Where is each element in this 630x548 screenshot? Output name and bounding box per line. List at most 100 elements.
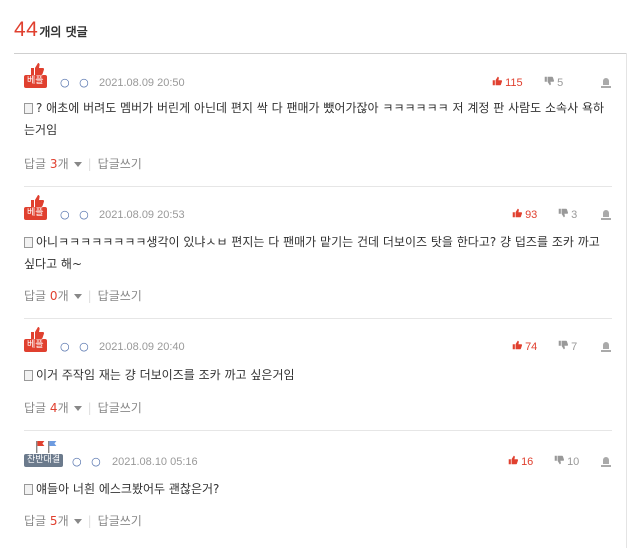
upvote-button[interactable]: 74 <box>512 340 537 353</box>
write-reply-button[interactable]: 답글쓰기 <box>98 514 142 528</box>
upvote-count: 74 <box>525 341 538 353</box>
comment-text-block: 얘들아 너흰 에스크봤어두 괜찮은거? <box>24 478 612 500</box>
document-icon <box>24 103 33 114</box>
reply-label: 답글 <box>24 514 47 528</box>
write-reply-button[interactable]: 답글쓰기 <box>98 157 142 171</box>
reply-unit: 개 <box>57 514 69 528</box>
comment-text: 이거 주작임 재는 걍 더보이즈를 조카 까고 싶은거임 <box>36 368 295 382</box>
reply-count: 0 <box>49 289 58 303</box>
comment-date: 2021.08.09 20:50 <box>99 77 185 89</box>
comment-item: 찬반대결 ○ ○ 2021.08.10 05:16 16 10 얘들아 너흰 에… <box>24 440 612 540</box>
upvote-button[interactable]: 115 <box>492 76 523 89</box>
siren-icon[interactable] <box>600 76 612 88</box>
comments-header: 44개의 댓글 <box>14 18 88 52</box>
chevron-down-icon <box>73 294 82 299</box>
document-icon <box>24 484 33 495</box>
thumbs-up-icon <box>512 340 522 350</box>
comment-divider <box>24 430 612 431</box>
comment-divider <box>24 318 612 319</box>
reply-toggle-button[interactable]: 답글 3개 <box>24 157 82 171</box>
badge-label: 베플 <box>24 75 47 88</box>
comment-text-block: 이거 주작임 재는 걍 더보이즈를 조카 까고 싶은거임 <box>24 364 612 386</box>
reply-label: 답글 <box>24 289 47 303</box>
badge-label: 베플 <box>24 339 47 352</box>
reply-toggle-button[interactable]: 답글 0개 <box>24 289 82 303</box>
upvote-button[interactable]: 16 <box>508 455 533 468</box>
thumbs-up-icon <box>492 76 502 86</box>
thumbs-up-icon <box>31 63 44 75</box>
comment-text: ? 애초에 버려도 멤버가 버린게 아닌데 편지 싹 다 팬매가 뺐어가잖아 ㅋ… <box>24 101 605 137</box>
chevron-down-icon <box>73 406 82 411</box>
thumbs-down-icon <box>554 455 564 465</box>
vote-area: 74 7 <box>512 340 612 354</box>
versus-badge: 찬반대결 <box>24 440 64 470</box>
comment-item: 베플 ○ ○ 2021.08.09 20:53 93 3 아니ㅋㅋㅋㅋㅋㅋㅋㅋ생… <box>24 195 612 315</box>
chevron-down-icon <box>73 162 82 167</box>
write-reply-button[interactable]: 답글쓰기 <box>98 289 142 303</box>
comment-actions: 답글 0개 | 답글쓰기 <box>24 287 142 304</box>
comment-item: 베플 ○ ○ 2021.08.09 20:50 115 5 ? 애초에 버려도 … <box>24 63 612 183</box>
reply-count: 5 <box>49 514 58 528</box>
vote-area: 16 10 <box>508 455 612 469</box>
badge-label: 찬반대결 <box>24 454 64 467</box>
author-name[interactable]: ○ ○ <box>60 208 92 221</box>
separator: | <box>87 514 92 528</box>
comment-item: 베플 ○ ○ 2021.08.09 20:40 74 7 이거 주작임 재는 걍… <box>24 327 612 427</box>
chevron-down-icon <box>73 519 82 524</box>
reply-unit: 개 <box>57 289 69 303</box>
reply-unit: 개 <box>57 157 69 171</box>
comment-actions: 답글 4개 | 답글쓰기 <box>24 399 142 416</box>
downvote-count: 5 <box>557 77 564 89</box>
flags-icon <box>36 441 57 453</box>
siren-icon[interactable] <box>600 340 612 352</box>
thumbs-down-icon <box>558 340 568 350</box>
downvote-button[interactable]: 5 <box>544 76 563 89</box>
comment-text: 아니ㅋㅋㅋㅋㅋㅋㅋㅋ생각이 있냐ㅅㅂ 편지는 다 팬매가 맡기는 건데 더보이즈… <box>24 235 600 271</box>
downvote-count: 7 <box>571 341 578 353</box>
thumbs-down-icon <box>558 208 568 218</box>
author-name[interactable]: ○ ○ <box>60 76 92 89</box>
comment-actions: 답글 3개 | 답글쓰기 <box>24 155 142 172</box>
comment-text: 얘들아 너흰 에스크봤어두 괜찮은거? <box>36 482 220 496</box>
best-badge: 베플 <box>24 195 54 225</box>
thumbs-up-icon <box>31 195 44 207</box>
separator: | <box>87 289 92 303</box>
right-border <box>626 53 627 548</box>
reply-unit: 개 <box>57 401 69 415</box>
best-badge: 베플 <box>24 327 54 357</box>
siren-icon[interactable] <box>600 455 612 467</box>
downvote-button[interactable]: 10 <box>554 455 579 468</box>
thumbs-up-icon <box>508 455 518 465</box>
header-divider <box>14 53 627 54</box>
thumbs-up-icon <box>31 327 44 339</box>
siren-icon[interactable] <box>600 208 612 220</box>
document-icon <box>24 370 33 381</box>
comment-date: 2021.08.09 20:40 <box>99 341 185 353</box>
author-name[interactable]: ○ ○ <box>60 340 92 353</box>
reply-toggle-button[interactable]: 답글 4개 <box>24 401 82 415</box>
separator: | <box>87 157 92 171</box>
comment-actions: 답글 5개 | 답글쓰기 <box>24 512 142 529</box>
comment-text-block: 아니ㅋㅋㅋㅋㅋㅋㅋㅋ생각이 있냐ㅅㅂ 편지는 다 팬매가 맡기는 건데 더보이즈… <box>24 231 612 275</box>
write-reply-button[interactable]: 답글쓰기 <box>98 401 142 415</box>
comment-date: 2021.08.10 05:16 <box>112 456 198 468</box>
comment-count: 44 <box>14 18 39 41</box>
comment-date: 2021.08.09 20:53 <box>99 209 185 221</box>
author-name[interactable]: ○ ○ <box>72 455 104 468</box>
reply-toggle-button[interactable]: 답글 5개 <box>24 514 82 528</box>
comment-text-block: ? 애초에 버려도 멤버가 버린게 아닌데 편지 싹 다 팬매가 뺐어가잖아 ㅋ… <box>24 97 612 141</box>
upvote-count: 115 <box>505 77 523 89</box>
upvote-count: 93 <box>525 209 538 221</box>
downvote-button[interactable]: 7 <box>558 340 577 353</box>
downvote-count: 3 <box>571 209 578 221</box>
vote-area: 93 3 <box>512 208 612 222</box>
upvote-button[interactable]: 93 <box>512 208 537 221</box>
comment-divider <box>24 186 612 187</box>
reply-count: 3 <box>49 157 58 171</box>
downvote-button[interactable]: 3 <box>558 208 577 221</box>
reply-count: 4 <box>49 401 58 415</box>
thumbs-up-icon <box>512 208 522 218</box>
reply-label: 답글 <box>24 401 47 415</box>
document-icon <box>24 237 33 248</box>
best-badge: 베플 <box>24 63 54 93</box>
